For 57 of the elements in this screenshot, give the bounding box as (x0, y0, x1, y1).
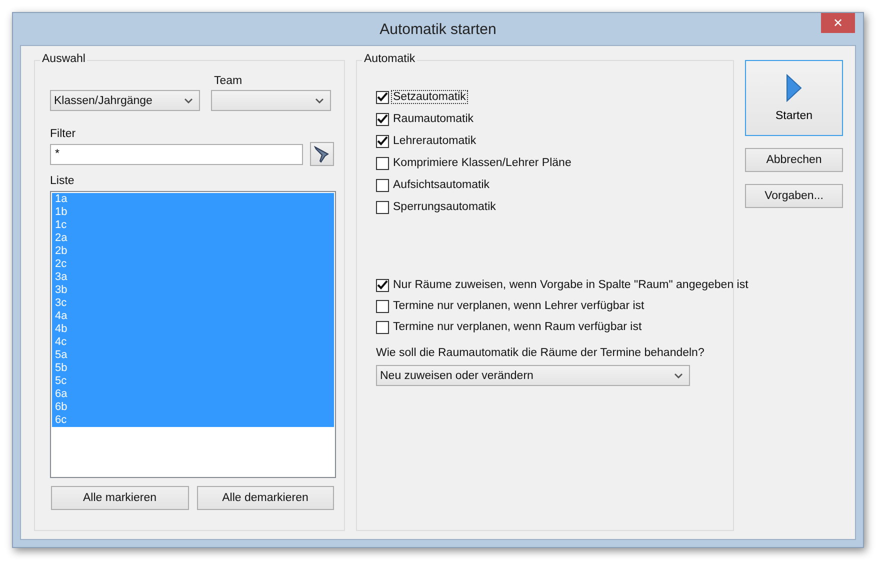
list-item[interactable]: 2c (52, 258, 334, 271)
question-label: Wie soll die Raumautomatik die Räume der Termine behandeln? (376, 347, 706, 359)
checkbox[interactable] (376, 300, 389, 312)
list-label: Liste (50, 175, 76, 187)
checkbox-label: Nur Räume zuweisen, wenn Vorgabe in Spalte "Raum" angegeben ist (392, 278, 750, 292)
filter-field[interactable]: * (50, 144, 303, 164)
filter-button[interactable] (310, 142, 334, 166)
checkbox[interactable] (376, 278, 389, 292)
checkbox-label: Raumautomatik (392, 112, 475, 126)
window-title: Automatik starten (380, 20, 496, 38)
checkbox[interactable] (376, 320, 389, 334)
checkbox[interactable] (376, 112, 389, 126)
list-item[interactable]: 1c (52, 219, 334, 232)
checkbox-label: Aufsichtsautomatik (392, 178, 491, 192)
list-item[interactable]: 4a (52, 310, 334, 323)
list-action-button[interactable]: Alle markieren (51, 486, 188, 510)
list-item[interactable]: 5b (52, 362, 334, 375)
cancel-button[interactable]: Abbrechen (745, 148, 843, 172)
chevron-icon (674, 372, 683, 378)
checkbox-label: Termine nur verplanen, wenn Lehrer verfügbar ist (392, 299, 646, 313)
list-item[interactable]: 3a (52, 271, 334, 284)
group-title: Automatik (362, 53, 418, 65)
checkbox-label: Sperrungsautomatik (392, 200, 497, 214)
list-item[interactable]: 5c (52, 375, 334, 388)
list-action-button[interactable]: Alle demarkieren (196, 486, 334, 510)
list-item[interactable]: 2b (52, 245, 334, 258)
chevron-icon (184, 98, 193, 104)
team-label: Team (214, 75, 244, 87)
list-item[interactable]: 6a (52, 388, 334, 401)
list-item[interactable]: 5a (52, 349, 334, 362)
start-button[interactable]: Starten (745, 60, 843, 136)
list-item[interactable]: 6c (52, 414, 334, 427)
list-item[interactable]: 3c (52, 297, 334, 310)
checkbox[interactable] (376, 134, 389, 148)
chevron-icon (315, 98, 324, 104)
group-title: Auswahl (40, 53, 88, 65)
checkbox[interactable] (376, 200, 389, 214)
list-item[interactable]: 6b (52, 401, 334, 414)
list-item[interactable]: 1a (52, 193, 334, 206)
checkbox[interactable] (376, 156, 389, 170)
defaults-button[interactable]: Vorgaben... (745, 184, 843, 208)
list-item[interactable]: 4b (52, 323, 334, 336)
checkbox[interactable] (376, 90, 389, 104)
play-icon (786, 74, 802, 102)
checkbox-label: Termine nur verplanen, wenn Raum verfügbar ist (392, 320, 643, 334)
filter-label: Filter (50, 128, 77, 140)
room-mode-dropdown[interactable]: Neu zuweisen oder verändern (376, 365, 690, 386)
list-item[interactable]: 3b (52, 284, 334, 297)
list-item[interactable]: 2a (52, 232, 334, 245)
type-dropdown[interactable]: Klassen/Jahrgänge (50, 90, 200, 111)
list-item[interactable]: 4c (52, 336, 334, 349)
checkbox-label: Lehrerautomatik (392, 134, 478, 148)
checkbox-label: Komprimiere Klassen/Lehrer Pläne (392, 156, 572, 170)
checkbox[interactable] (376, 178, 389, 192)
close-button[interactable]: ✕ (821, 13, 855, 33)
list-item[interactable]: 1b (52, 206, 334, 219)
checkbox-label: Setzautomatik (391, 90, 468, 104)
